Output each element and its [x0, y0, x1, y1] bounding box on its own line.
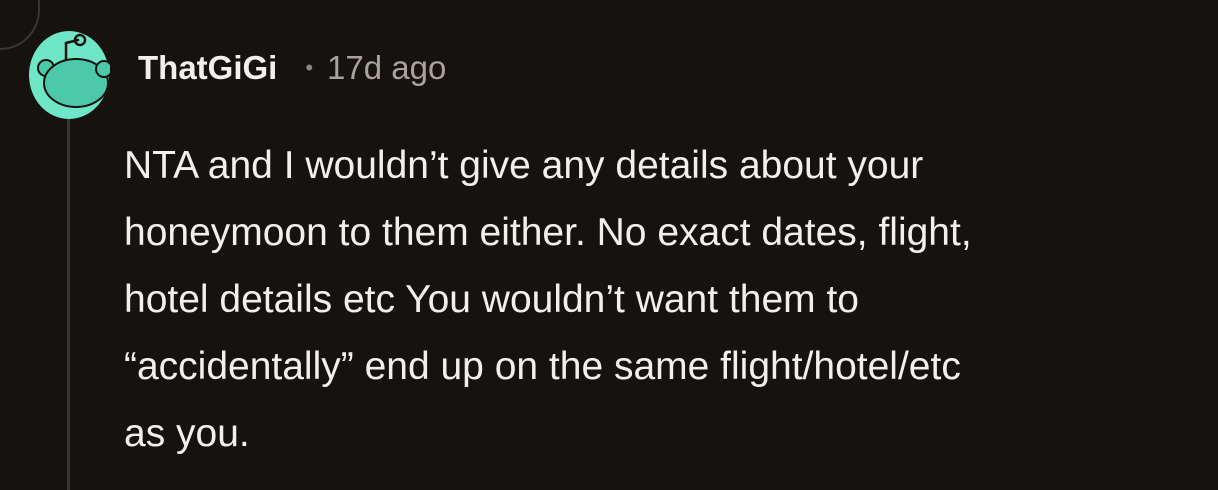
- comment-timestamp: 17d ago: [327, 49, 447, 86]
- username-link[interactable]: ThatGiGi: [138, 49, 277, 87]
- meta-separator: •: [305, 55, 314, 80]
- comment-body: NTA and I wouldn’t give any details abou…: [124, 144, 972, 455]
- thread-line[interactable]: [67, 118, 70, 490]
- comment-meta: ThatGiGi • 17d ago: [138, 44, 446, 92]
- snoo-avatar-icon: [29, 31, 110, 119]
- user-avatar[interactable]: [28, 25, 110, 119]
- comment: ThatGiGi • 17d ago NTA and I wouldn’t gi…: [0, 0, 1218, 490]
